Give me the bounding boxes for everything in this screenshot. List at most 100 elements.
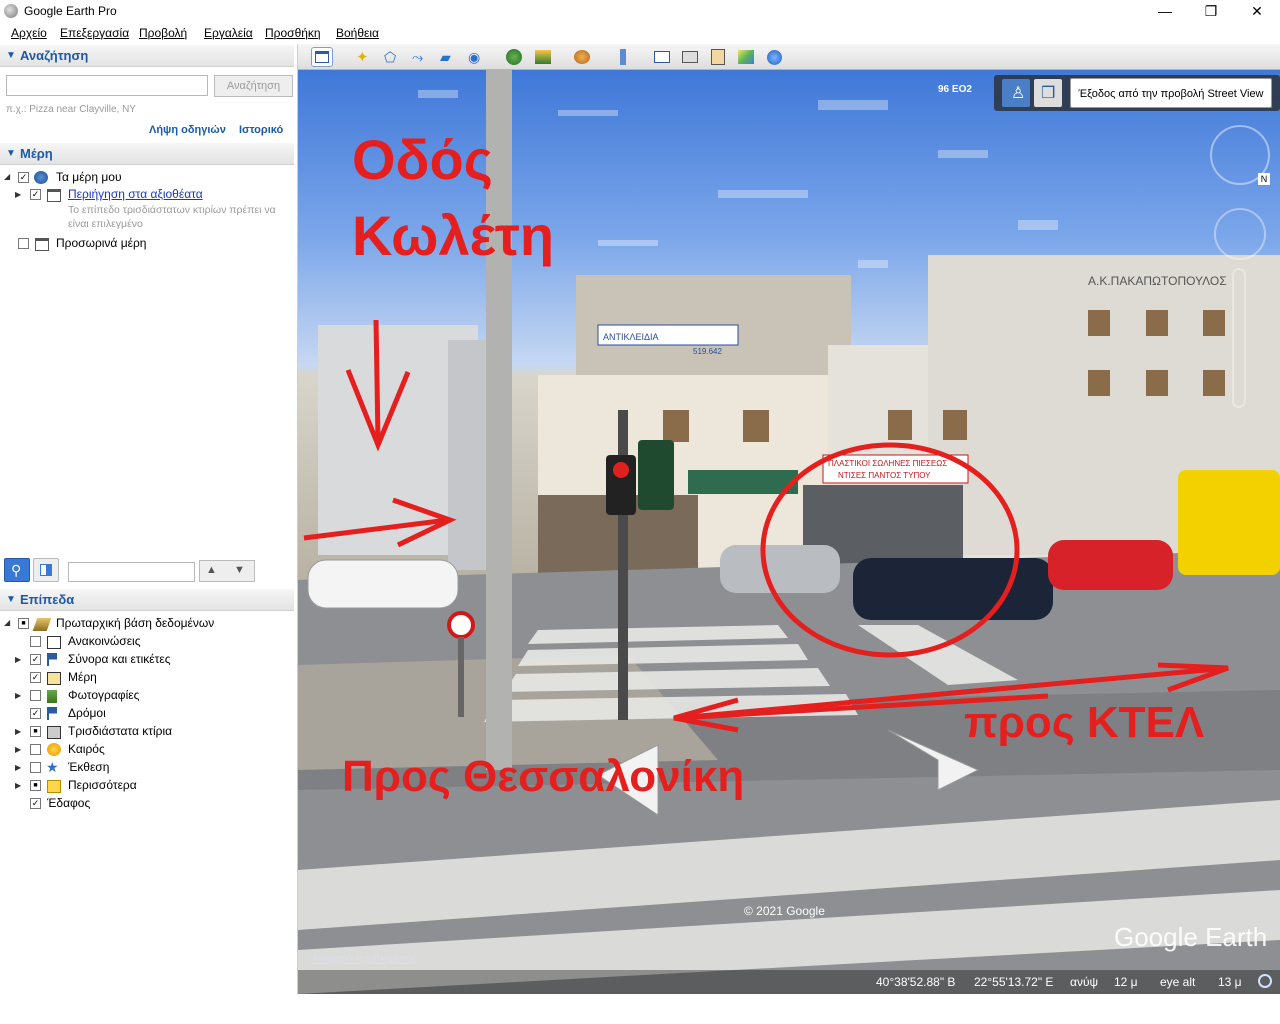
checkbox[interactable] — [18, 238, 29, 249]
places-item-sightseeing[interactable]: ▶ ✓ Περιήγηση στα αξιοθέατα — [0, 186, 294, 204]
places-panel-header[interactable]: ▼ Μέρη — [0, 143, 294, 165]
menu-view[interactable]: Προβολή — [139, 26, 187, 40]
expand-right-icon[interactable]: ▶ — [15, 655, 21, 664]
eye-altitude-label: eye alt — [1160, 975, 1196, 989]
ruler-button[interactable] — [612, 47, 634, 67]
elevation-readout: 12 μ — [1114, 975, 1138, 989]
earth-view-button[interactable] — [764, 47, 786, 67]
zoom-slider[interactable] — [1232, 268, 1246, 408]
dark-car — [853, 558, 1053, 620]
search-button[interactable]: Αναζήτηση — [214, 75, 293, 97]
checkbox[interactable] — [30, 744, 41, 755]
layer-item[interactable]: Ανακοινώσεις — [0, 633, 294, 651]
add-polygon-button[interactable]: ⬠ — [380, 47, 402, 67]
search-input[interactable] — [6, 75, 208, 96]
menu-add[interactable]: Προσθήκη — [265, 26, 321, 40]
search-header-label: Αναζήτηση — [20, 48, 89, 63]
places-item-temporary[interactable]: Προσωρινά μέρη — [0, 235, 294, 253]
sidebar-toggle-button[interactable] — [311, 47, 333, 67]
layer-label: Φωτογραφίες — [68, 688, 140, 702]
checkbox[interactable] — [30, 690, 41, 701]
layer-item[interactable]: ▶ ★ Έκθεση — [0, 759, 294, 777]
layer-item[interactable]: ✓ Δρόμοι — [0, 705, 294, 723]
look-joystick[interactable] — [1214, 208, 1266, 260]
checkbox[interactable]: ✓ — [18, 172, 29, 183]
navigation-compass[interactable]: N — [1210, 125, 1270, 185]
north-icon: N — [1258, 173, 1270, 185]
google-maps-button[interactable] — [735, 47, 757, 67]
print-button[interactable] — [679, 47, 701, 67]
planet-icon — [574, 50, 590, 64]
layers-panel-header[interactable]: ▼ Επίπεδα — [0, 589, 294, 611]
layer-item[interactable]: ▶ Φωτογραφίες — [0, 687, 294, 705]
report-problem-link[interactable]: Αναφορά προβλήματος — [312, 954, 416, 965]
street-view-map[interactable]: ΑΝΤΙΚΛΕΙΔΙΑ 519.642 Α.Κ.ΠΑΚΑΠΩΤΟΠΟΥΛΟΣ Π… — [298, 70, 1280, 994]
expand-down-icon[interactable]: ◢ — [4, 618, 10, 627]
historical-imagery-button[interactable] — [503, 47, 525, 67]
checkbox[interactable]: ✓ — [30, 708, 41, 719]
expand-right-icon[interactable]: ▶ — [15, 190, 21, 199]
photo-sphere-button[interactable]: ❒ — [1034, 79, 1062, 107]
exit-street-view-button[interactable]: Έξοδος από την προβολή Street View — [1070, 78, 1272, 108]
checkbox[interactable]: ✓ — [30, 189, 41, 200]
record-tour-button[interactable]: ◉ — [464, 47, 486, 67]
expand-right-icon[interactable]: ▶ — [15, 691, 21, 700]
close-button[interactable]: ✕ — [1234, 0, 1280, 22]
menu-edit[interactable]: Επεξεργασία — [60, 26, 129, 40]
checkbox[interactable]: ■ — [30, 780, 41, 791]
window-title: Google Earth Pro — [24, 4, 117, 18]
places-note: Το επίπεδο τρισδιάστατων κτιρίων πρέπει … — [68, 204, 276, 230]
layer-item[interactable]: ✓ Μέρη — [0, 669, 294, 687]
expand-right-icon[interactable]: ▶ — [15, 763, 21, 772]
polygon-icon: ⬠ — [384, 49, 397, 65]
checkbox[interactable] — [30, 762, 41, 773]
places-item-my-places[interactable]: ◢ ✓ Τα μέρη μου — [0, 169, 294, 187]
search-panel-header[interactable]: ▼ Αναζήτηση — [0, 45, 294, 67]
move-down-icon[interactable]: ▼ — [234, 564, 245, 576]
layer-item[interactable]: ✓ Έδαφος — [0, 795, 294, 813]
places-filter-input[interactable] — [68, 562, 195, 582]
layers-header-label: Επίπεδα — [20, 592, 75, 607]
checkbox[interactable] — [30, 636, 41, 647]
add-path-button[interactable]: ⤳ — [408, 47, 430, 67]
search-hint: π.χ.: Pizza near Clayville, NY — [6, 104, 136, 115]
pegman-button[interactable]: ♙ — [1002, 79, 1030, 107]
places-layer-icon — [47, 672, 61, 685]
checkbox[interactable]: ✓ — [30, 798, 41, 809]
expand-right-icon[interactable]: ▶ — [15, 727, 21, 736]
layer-root[interactable]: ◢ ■ Πρωταρχική βάση δεδομένων — [0, 615, 294, 633]
directions-link[interactable]: Λήψη οδηγιών — [149, 124, 226, 136]
street-view-controls: ♙ ❒ Έξοδος από την προβολή Street View — [994, 75, 1280, 111]
layer-label: Δρόμοι — [68, 706, 106, 720]
add-placemark-button[interactable]: ✦ — [352, 47, 374, 67]
panel-toggle-button[interactable] — [33, 558, 59, 582]
save-image-button[interactable] — [707, 47, 729, 67]
menu-tools[interactable]: Εργαλεία — [204, 26, 253, 40]
checkbox[interactable]: ✓ — [30, 654, 41, 665]
expand-right-icon[interactable]: ▶ — [15, 745, 21, 754]
switch-planet-button[interactable] — [571, 47, 593, 67]
layer-item[interactable]: ▶ ■ Τρισδιάστατα κτίρια — [0, 723, 294, 741]
email-button[interactable] — [651, 47, 673, 67]
layer-item[interactable]: ▶ Καιρός — [0, 741, 294, 759]
checkbox[interactable]: ■ — [30, 726, 41, 737]
record-tour-icon: ◉ — [468, 49, 481, 65]
maximize-button[interactable]: ❐ — [1188, 0, 1234, 22]
expand-right-icon[interactable]: ▶ — [15, 781, 21, 790]
move-up-icon[interactable]: ▲ — [206, 564, 217, 576]
expand-down-icon[interactable]: ◢ — [4, 172, 10, 181]
layer-item[interactable]: ▶ ■ Περισσότερα — [0, 777, 294, 795]
menu-help[interactable]: Βοήθεια — [336, 26, 379, 40]
add-overlay-button[interactable]: ▰ — [436, 47, 458, 67]
shop-sign-text: ΠΛΑΣΤΙΚΟΙ ΣΩΛΗΝΕΣ ΠΙΕΣΕΩΣ — [828, 459, 947, 468]
cube-icon: ❒ — [1041, 85, 1056, 102]
layer-item[interactable]: ▶ ✓ Σύνορα και ετικέτες — [0, 651, 294, 669]
sunlight-button[interactable] — [532, 47, 554, 67]
menu-file[interactable]: Αρχείο — [11, 26, 47, 40]
history-link[interactable]: Ιστορικό — [239, 124, 283, 136]
minimize-button[interactable]: — — [1142, 0, 1188, 22]
checkbox[interactable]: ✓ — [30, 672, 41, 683]
search-places-button[interactable]: ⚲ — [4, 558, 30, 582]
checkbox[interactable]: ■ — [18, 618, 29, 629]
places-item-label[interactable]: Περιήγηση στα αξιοθέατα — [68, 187, 203, 201]
